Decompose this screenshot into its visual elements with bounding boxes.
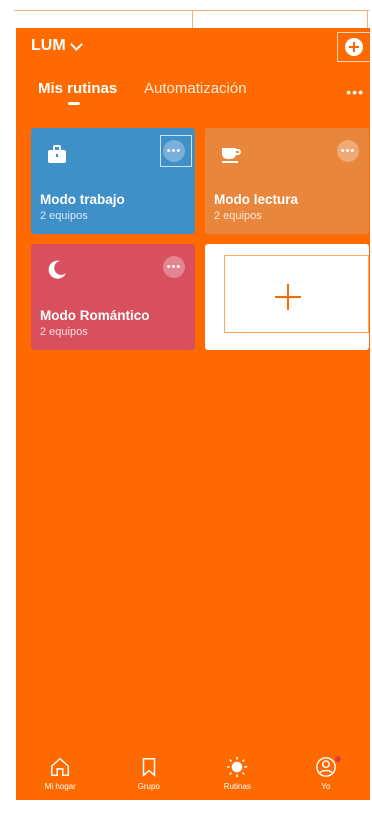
card-more-button[interactable]: •••	[163, 256, 185, 278]
moon-icon	[48, 260, 66, 279]
nav-label: Rutinas	[223, 781, 251, 791]
home-selector[interactable]: LUM	[31, 37, 83, 55]
nav-label: Grupo	[137, 781, 160, 791]
sun-icon	[227, 756, 248, 777]
highlight-box-card-more	[160, 135, 192, 167]
nav-label: Yo	[321, 781, 331, 791]
plus-circle-icon	[345, 38, 363, 56]
user-icon	[315, 756, 336, 777]
notification-dot	[334, 755, 341, 762]
bookmark-icon	[142, 757, 155, 777]
nav-mi-hogar[interactable]: Mi hogar	[25, 750, 95, 791]
nav-label: Mi hogar	[44, 781, 76, 791]
nav-grupo[interactable]: Grupo	[114, 750, 184, 791]
nav-rutinas[interactable]: Rutinas	[202, 750, 272, 791]
tab-mis-rutinas[interactable]: Mis rutinas	[38, 80, 117, 105]
top-bar: LUM	[16, 28, 370, 68]
card-more-button[interactable]: •••	[337, 140, 359, 162]
highlight-box-add-card	[224, 255, 369, 333]
routine-tabs: Mis rutinas Automatización •••	[38, 80, 370, 120]
card-subtitle: 2 equipos	[40, 210, 88, 222]
home-icon	[51, 757, 70, 776]
card-title: Modo lectura	[214, 192, 299, 207]
home-name: LUM	[31, 37, 66, 54]
tab-automatizacion[interactable]: Automatización	[144, 80, 247, 97]
bottom-navigation: Mi hogar Grupo Rutinas Yo	[16, 740, 370, 800]
app-screen: LUM Mis rutinas Automatización ••• ••• M…	[16, 28, 370, 800]
add-routine-button[interactable]	[337, 32, 370, 62]
card-title: Modo Romántico	[40, 308, 150, 323]
routine-card-modo-lectura[interactable]: ••• Modo lectura 2 equipos	[205, 128, 369, 234]
nav-yo[interactable]: Yo	[291, 750, 361, 791]
cup-icon	[222, 148, 241, 163]
more-options-button[interactable]: •••	[346, 84, 364, 100]
card-title: Modo trabajo	[40, 192, 125, 207]
card-subtitle: 2 equipos	[40, 326, 88, 338]
routine-card-modo-romantico[interactable]: ••• Modo Romántico 2 equipos	[31, 244, 195, 350]
chevron-down-icon	[69, 37, 83, 51]
briefcase-icon	[48, 145, 66, 163]
card-subtitle: 2 equipos	[214, 210, 262, 222]
